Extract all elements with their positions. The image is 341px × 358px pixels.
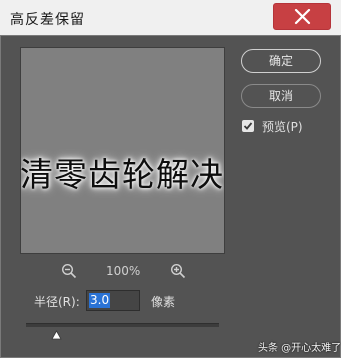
radius-unit: 像素 — [151, 295, 176, 309]
close-button[interactable] — [273, 3, 331, 30]
radius-slider-thumb[interactable] — [51, 325, 62, 344]
slider-thumb-icon — [51, 330, 62, 340]
radius-value[interactable]: 3.0 — [89, 293, 111, 308]
preview-checkbox[interactable] — [242, 120, 254, 132]
radius-input[interactable]: 3.0 — [86, 290, 140, 311]
title-bar: 高反差保留 — [0, 0, 341, 36]
checkmark-icon — [243, 122, 253, 130]
preview-checkbox-label[interactable]: 预览(P) — [262, 118, 303, 135]
zoom-level: 100% — [106, 264, 141, 278]
zoom-out-icon — [61, 263, 77, 279]
watermark: 头条 @开心太难了 — [258, 343, 341, 354]
radius-label: 半径(R): — [34, 295, 80, 309]
dialog-title: 高反差保留 — [10, 12, 85, 28]
zoom-in-icon — [170, 263, 186, 279]
preview-area[interactable]: 清零齿轮解决 — [20, 47, 225, 254]
zoom-out-button[interactable] — [61, 263, 77, 283]
cancel-button[interactable]: 取消 — [241, 84, 321, 108]
preview-text: 清零齿轮解决 — [20, 155, 224, 194]
zoom-in-button[interactable] — [170, 263, 186, 283]
ok-button[interactable]: 确定 — [241, 49, 321, 73]
close-icon — [294, 9, 311, 25]
